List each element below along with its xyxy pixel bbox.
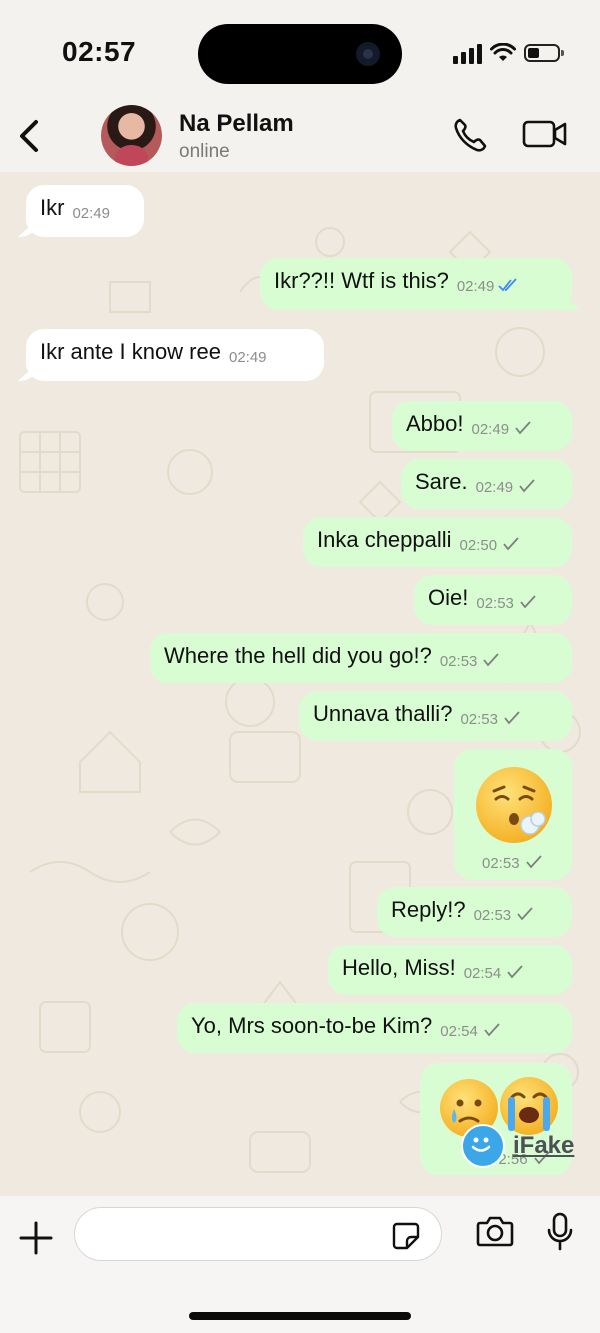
message-text: Oie!	[428, 585, 469, 611]
message-bubble-outgoing[interactable]: Inka cheppalli 02:50	[303, 517, 572, 567]
message-text: Ikr	[40, 195, 65, 221]
chat-header: Na Pellam online	[0, 100, 600, 172]
message-time: 02:53	[482, 855, 520, 872]
camera-icon[interactable]	[476, 1214, 514, 1248]
status-time: 02:57	[62, 36, 137, 67]
sent-tick-icon	[504, 711, 520, 725]
back-chevron-icon[interactable]	[14, 116, 44, 156]
message-bubble-outgoing[interactable]: Abbo! 02:49	[392, 401, 572, 451]
message-bubble-outgoing[interactable]: Sare. 02:49	[401, 459, 572, 509]
smiley-logo-icon	[461, 1124, 505, 1168]
message-input[interactable]	[74, 1207, 442, 1261]
message-bubble-outgoing[interactable]: Where the hell did you go!? 02:53	[150, 633, 572, 683]
plus-icon[interactable]	[18, 1220, 54, 1256]
message-bubble-outgoing[interactable]: Hello, Miss! 02:54	[328, 945, 572, 995]
system-icons	[453, 40, 564, 66]
video-camera-icon[interactable]	[522, 118, 568, 150]
message-bubble-outgoing-emoji[interactable]: 02:53	[454, 749, 572, 880]
message-time: 02:53	[460, 711, 498, 729]
read-double-tick-icon	[498, 278, 518, 292]
message-time: 02:49	[475, 479, 514, 497]
message-time: 02:50	[459, 537, 498, 555]
sent-tick-icon	[517, 907, 533, 921]
message-bubble-incoming[interactable]: Ikr 02:49	[26, 185, 144, 237]
dynamic-island	[198, 24, 402, 84]
sent-tick-icon	[503, 537, 519, 551]
message-bubble-outgoing[interactable]: Unnava thalli? 02:53	[299, 691, 572, 741]
message-bubble-outgoing[interactable]: Reply!? 02:53	[377, 887, 572, 937]
chat-area[interactable]: Ikr 02:49 Ikr??!! Wtf is this? 02:49 Ikr a…	[0, 172, 600, 1196]
status-bar: 02:57	[0, 0, 600, 100]
message-text: Unnava thalli?	[313, 701, 453, 727]
message-text: Abbo!	[406, 411, 464, 437]
sent-tick-icon	[515, 421, 531, 435]
face-exhaling-emoji	[476, 767, 552, 843]
message-text: Yo, Mrs soon-to-be Kim?	[191, 1013, 433, 1039]
cellular-signal-icon	[453, 42, 482, 64]
message-time: 02:54	[440, 1023, 478, 1041]
wifi-icon	[490, 43, 516, 61]
message-composer	[0, 1196, 600, 1333]
message-time: 02:53	[473, 907, 512, 925]
message-time: 02:53	[476, 595, 514, 613]
sent-tick-icon	[483, 653, 500, 667]
message-text: Inka cheppalli	[317, 527, 452, 553]
contact-presence: online	[179, 141, 230, 162]
sticker-icon[interactable]	[391, 1221, 421, 1251]
message-text: Ikr ante I know ree	[40, 339, 221, 365]
message-text: Hello, Miss!	[342, 955, 456, 981]
battery-icon	[524, 44, 564, 62]
message-text: Ikr??!! Wtf is this?	[274, 268, 449, 294]
message-bubble-incoming[interactable]: Ikr ante I know ree 02:49	[26, 329, 324, 381]
microphone-icon[interactable]	[546, 1212, 574, 1252]
message-text: Sare.	[415, 469, 468, 495]
message-time: 02:49	[72, 205, 110, 223]
sent-tick-icon	[525, 855, 542, 869]
sent-tick-icon	[520, 595, 536, 609]
sent-tick-icon	[519, 479, 535, 493]
contact-avatar[interactable]	[101, 105, 162, 166]
message-time: 02:54	[463, 965, 502, 983]
home-indicator[interactable]	[189, 1312, 411, 1320]
message-time: 02:49	[471, 421, 510, 439]
message-bubble-outgoing[interactable]: Ikr??!! Wtf is this? 02:49	[260, 258, 572, 310]
phone-icon[interactable]	[452, 116, 488, 154]
message-time: 02:49	[456, 278, 495, 296]
sent-tick-icon	[484, 1023, 500, 1037]
ifake-watermark: iFake	[461, 1124, 574, 1168]
message-text: Where the hell did you go!?	[164, 643, 432, 669]
message-time: 02:53	[439, 653, 478, 671]
watermark-text: iFake	[513, 1132, 575, 1159]
message-text: Reply!?	[391, 897, 466, 923]
sent-tick-icon	[507, 965, 523, 979]
message-time: 02:49	[228, 349, 267, 367]
message-bubble-outgoing[interactable]: Oie! 02:53	[414, 575, 572, 625]
message-bubble-outgoing[interactable]: Yo, Mrs soon-to-be Kim? 02:54	[177, 1003, 572, 1053]
contact-name[interactable]: Na Pellam	[179, 110, 294, 138]
